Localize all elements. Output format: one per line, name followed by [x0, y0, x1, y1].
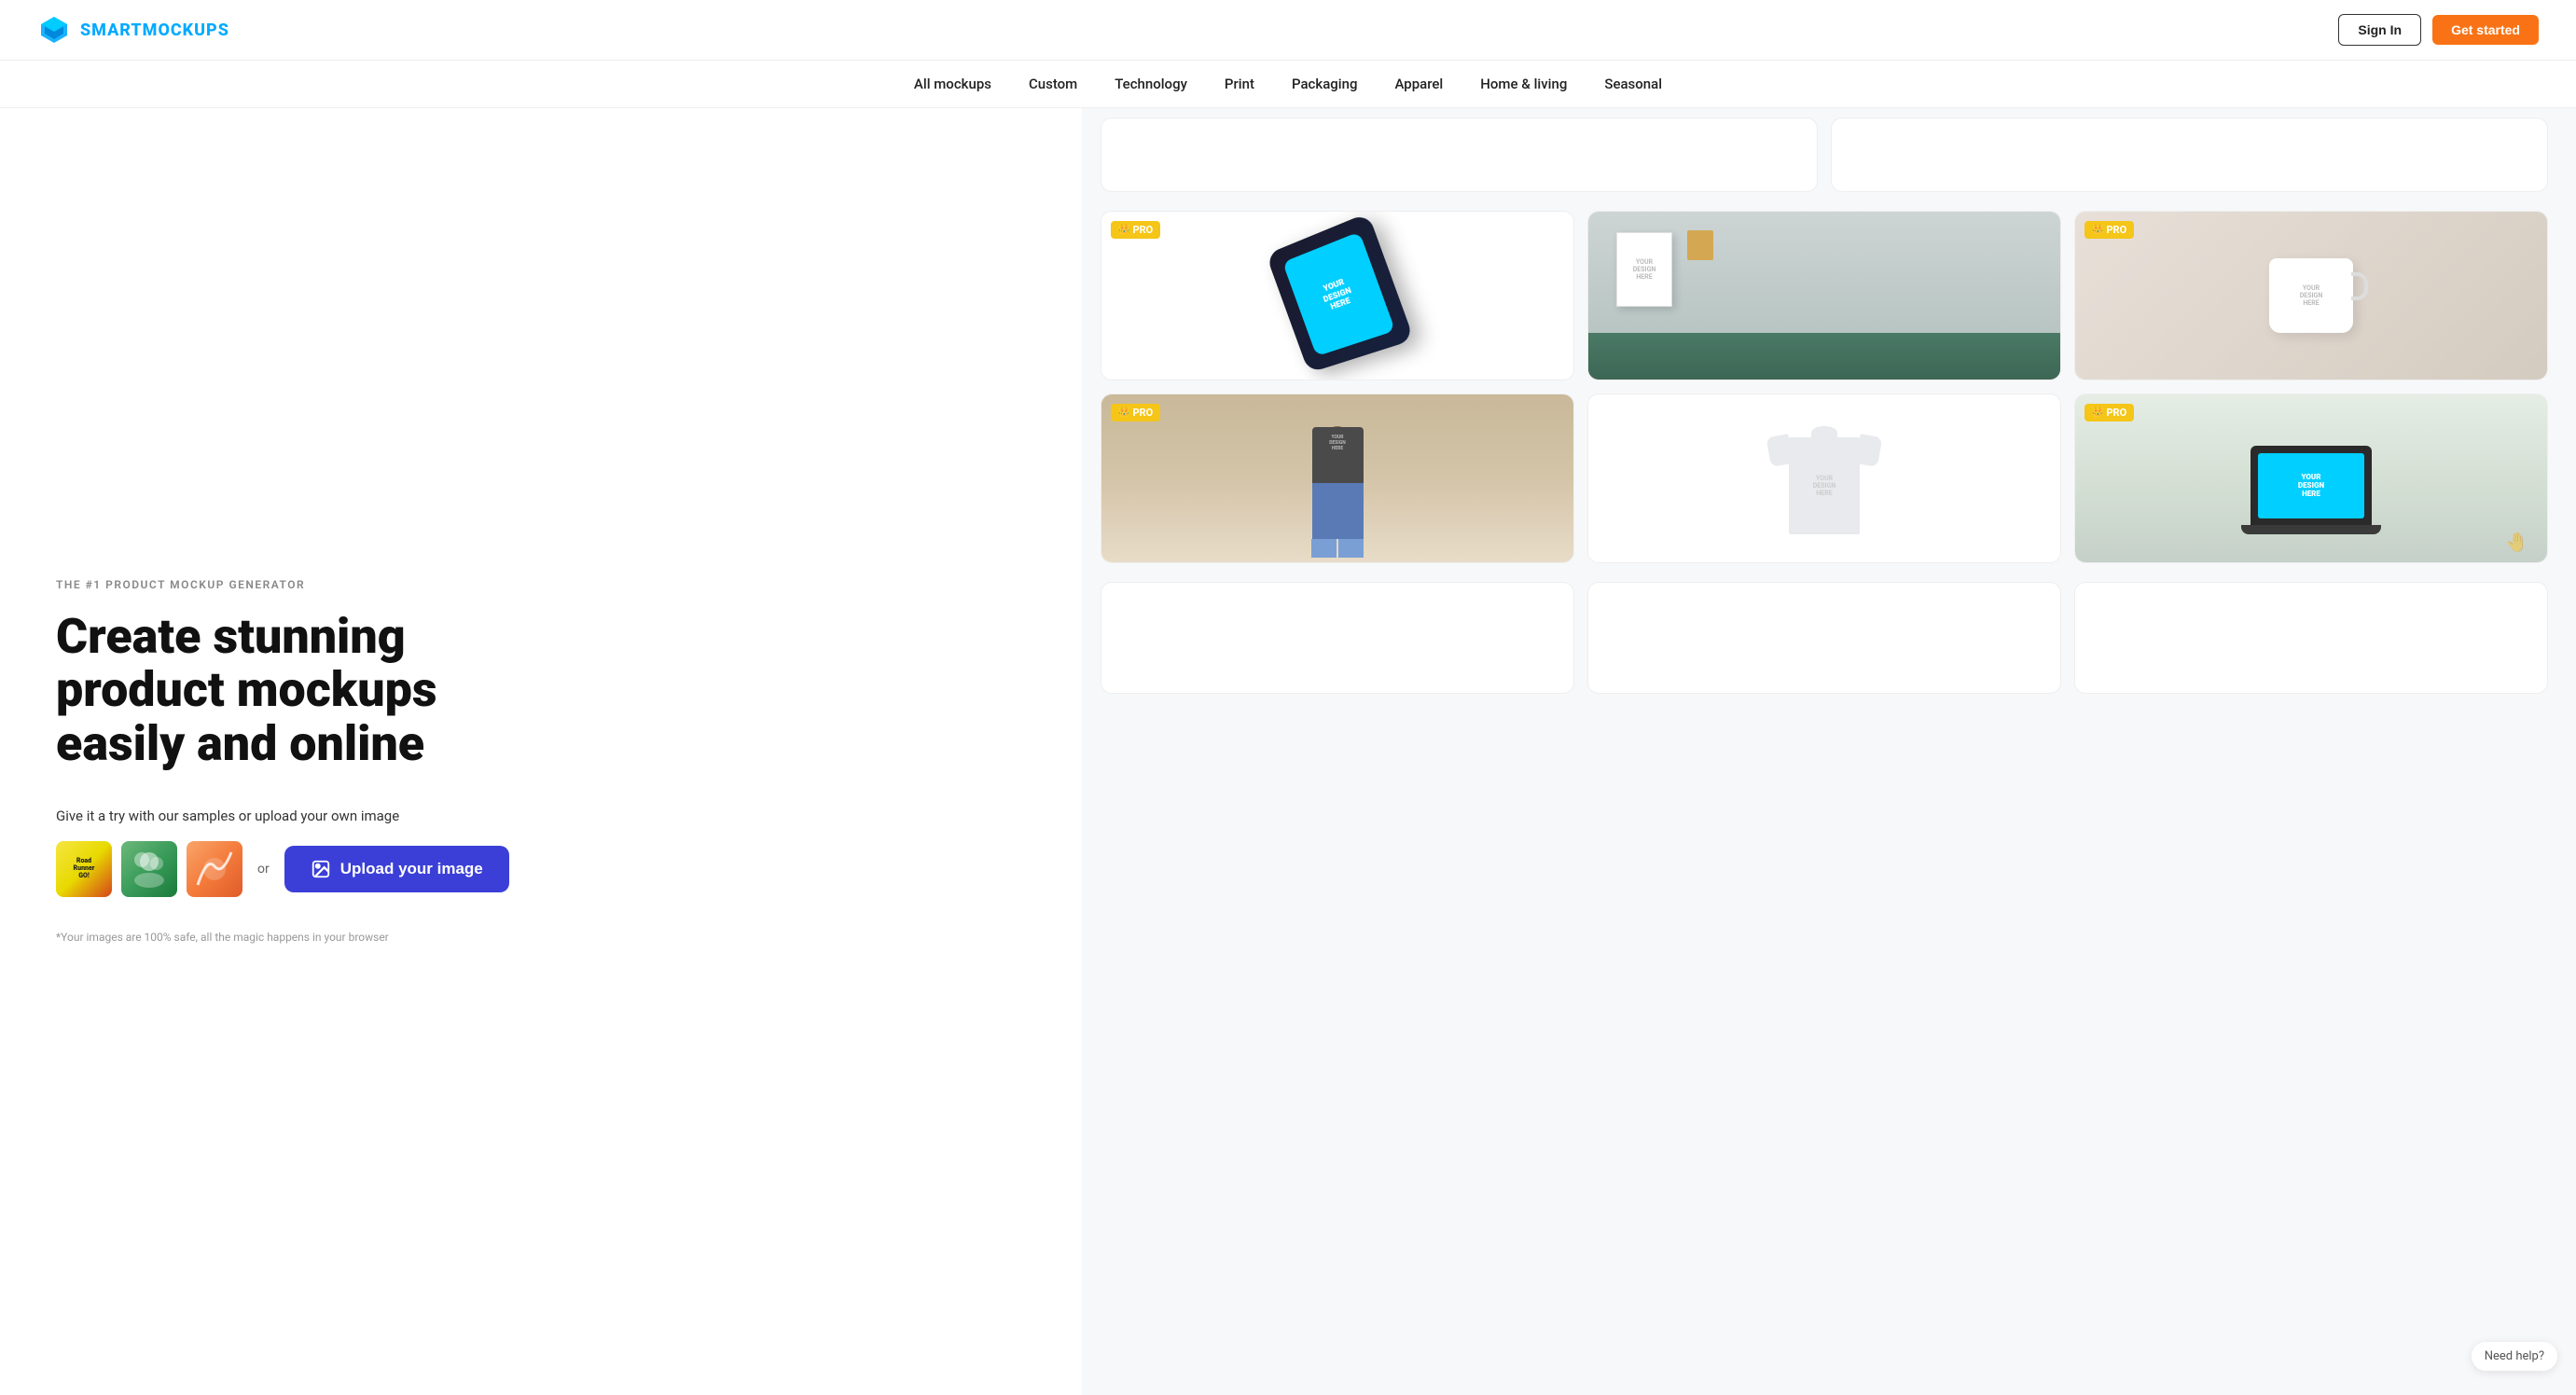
- person-tshirt-area: 👑 PRO YOURDESIGNHERE: [1101, 394, 1573, 562]
- logo-text: SMARTMOCKUPS: [80, 21, 229, 40]
- hero-title-line2: product mockups: [56, 661, 437, 718]
- partial-card-2[interactable]: [1831, 117, 2548, 192]
- mockup-card-person-tshirt[interactable]: 👑 PRO YOURDESIGNHERE: [1101, 394, 1574, 563]
- need-help-button[interactable]: Need help?: [2472, 1342, 2557, 1371]
- bottom-card-1[interactable]: [1101, 582, 1574, 694]
- top-partial-cards: [1091, 108, 2557, 192]
- pro-badge-person: 👑 PRO: [1111, 404, 1160, 421]
- pro-badge-phone: 👑 PRO: [1111, 221, 1160, 239]
- crown-icon-laptop: 👑: [2092, 407, 2103, 418]
- pro-badge-laptop: 👑 PRO: [2084, 404, 2134, 421]
- sample-or-label: or: [257, 862, 270, 877]
- tshirt-flat-area: YOURDESIGNHERE: [1588, 394, 2060, 562]
- hero-try-text: Give it a try with our samples or upload…: [56, 808, 1026, 824]
- nav-item-seasonal[interactable]: Seasonal: [1604, 76, 1662, 92]
- upload-label: Upload your image: [340, 860, 483, 878]
- tshirt-illustration: YOURDESIGNHERE: [1768, 413, 1880, 544]
- header: SMARTMOCKUPS Sign In Get started: [0, 0, 2576, 61]
- main-content: THE #1 PRODUCT MOCKUP GENERATOR Create s…: [0, 108, 2576, 1395]
- phone-screen: YOURDESIGNHERE: [1282, 231, 1395, 356]
- crown-icon-person: 👑: [1118, 407, 1129, 418]
- mug-illustration: YOURDESIGNHERE: [2269, 258, 2353, 333]
- mockup-card-poster-room[interactable]: YOURDESIGNHERE: [1587, 211, 2061, 380]
- nav-item-apparel[interactable]: Apparel: [1394, 76, 1443, 92]
- phone-mockup-area: 👑 PRO YOURDESIGNHERE: [1101, 212, 1573, 380]
- bottom-card-3[interactable]: [2074, 582, 2548, 694]
- hero-samples-row: RoadRunnerGO! or: [56, 841, 1026, 897]
- hand-icon: 🤚: [2505, 531, 2528, 553]
- mockup-card-tshirt-flat[interactable]: YOURDESIGNHERE: [1587, 394, 2061, 563]
- sample-thumb-1[interactable]: RoadRunnerGO!: [56, 841, 112, 897]
- hero-disclaimer: *Your images are 100% safe, all the magi…: [56, 931, 1026, 944]
- nav-item-technology[interactable]: Technology: [1115, 76, 1187, 92]
- sample-thumb-2[interactable]: [121, 841, 177, 897]
- signin-button[interactable]: Sign In: [2338, 14, 2421, 46]
- mockup-card-laptop[interactable]: 👑 PRO YOURDESIGNHERE 🤚: [2074, 394, 2548, 563]
- crown-icon-mug: 👑: [2092, 225, 2103, 235]
- header-actions: Sign In Get started: [2338, 14, 2539, 46]
- mockup-area: 👑 PRO YOURDESIGNHERE YOURDESIGNHERE: [1082, 108, 2576, 1395]
- main-nav: All mockups Custom Technology Print Pack…: [0, 61, 2576, 108]
- mockup-card-mug[interactable]: 👑 PRO YOURDESIGNHERE: [2074, 211, 2548, 380]
- pro-badge-mug: 👑 PRO: [2084, 221, 2134, 239]
- laptop-area: 👑 PRO YOURDESIGNHERE 🤚: [2075, 394, 2547, 562]
- nav-item-packaging[interactable]: Packaging: [1292, 76, 1358, 92]
- person-figure: YOURDESIGNHERE: [1311, 394, 1364, 562]
- hero-title-line1: Create stunning: [56, 608, 406, 665]
- poster-room-area: YOURDESIGNHERE: [1588, 212, 2060, 380]
- mug-mockup-area: 👑 PRO YOURDESIGNHERE: [2075, 212, 2547, 380]
- nav-item-custom[interactable]: Custom: [1029, 76, 1077, 92]
- laptop-screen: YOURDESIGNHERE: [2258, 453, 2364, 518]
- logo[interactable]: SMARTMOCKUPS: [37, 13, 229, 47]
- mockup-card-phone[interactable]: 👑 PRO YOURDESIGNHERE: [1101, 211, 1574, 380]
- upload-icon: [311, 859, 331, 879]
- sample-thumb-3[interactable]: [187, 841, 242, 897]
- nav-item-home-living[interactable]: Home & living: [1480, 76, 1567, 92]
- crown-icon: 👑: [1118, 225, 1129, 235]
- laptop-illustration: YOURDESIGNHERE: [2241, 446, 2381, 534]
- partial-card-1[interactable]: [1101, 117, 1818, 192]
- hero-title: Create stunning product mockups easily a…: [56, 610, 1026, 770]
- logo-icon: [37, 13, 71, 47]
- mockup-grid: 👑 PRO YOURDESIGNHERE YOURDESIGNHERE: [1091, 192, 2557, 582]
- hero-title-line3: easily and online: [56, 715, 424, 772]
- bottom-partial-row: [1091, 582, 2557, 712]
- upload-button[interactable]: Upload your image: [284, 846, 509, 892]
- hero-subtitle: THE #1 PRODUCT MOCKUP GENERATOR: [56, 578, 1026, 591]
- getstarted-button[interactable]: Get started: [2432, 15, 2539, 45]
- nav-item-print[interactable]: Print: [1225, 76, 1254, 92]
- phone-illustration: YOURDESIGNHERE: [1266, 213, 1414, 373]
- nav-item-all-mockups[interactable]: All mockups: [914, 76, 991, 92]
- bottom-card-2[interactable]: [1587, 582, 2061, 694]
- hero-section: THE #1 PRODUCT MOCKUP GENERATOR Create s…: [0, 108, 1082, 1395]
